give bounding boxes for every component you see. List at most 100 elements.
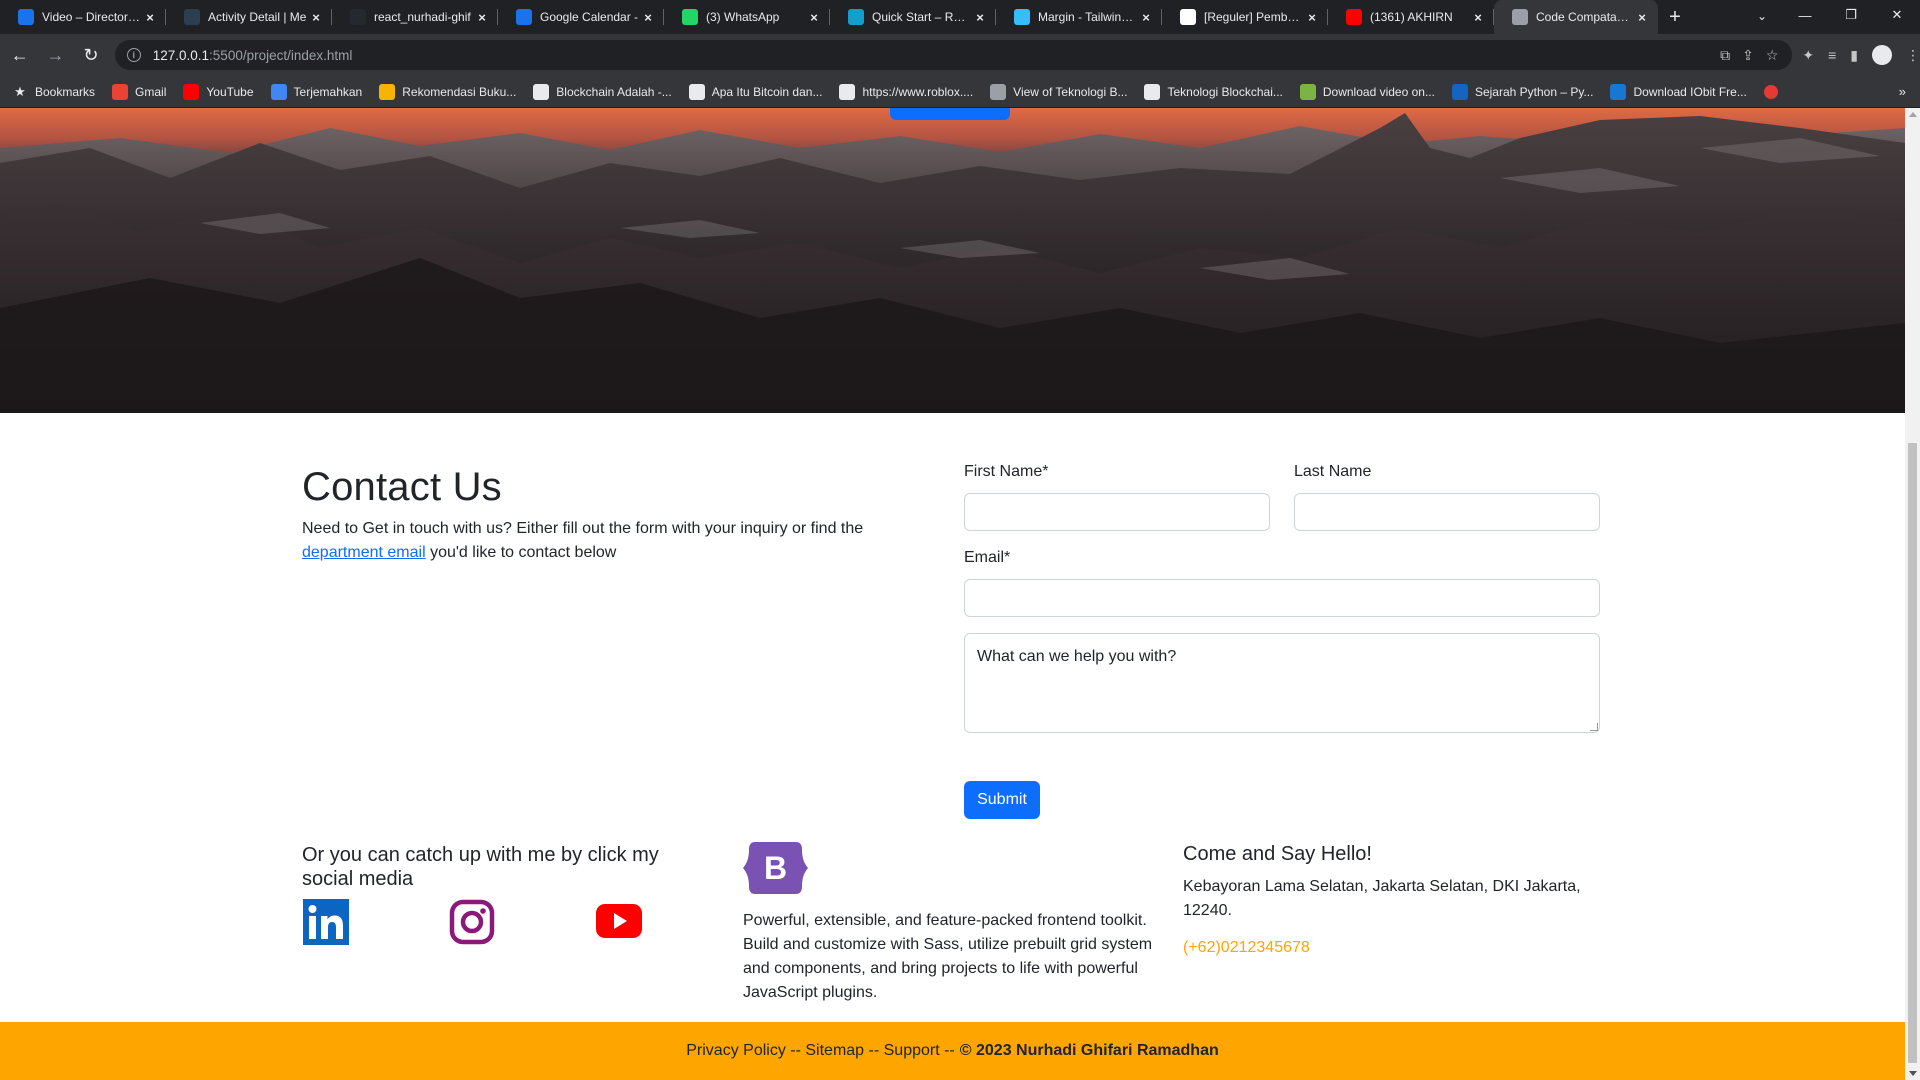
- footer: Privacy Policy -- Sitemap -- Support -- …: [0, 1022, 1905, 1080]
- extensions-icon[interactable]: ✦: [1802, 47, 1814, 64]
- python-icon: [1451, 83, 1468, 100]
- globe-icon: [839, 83, 856, 100]
- page-viewport: Contact Us Need to Get in touch with us?…: [0, 108, 1905, 1080]
- minimize-button[interactable]: —: [1782, 0, 1828, 30]
- close-tab-icon[interactable]: ×: [1138, 9, 1154, 25]
- message-textarea[interactable]: [964, 633, 1600, 733]
- dicoding-icon: [184, 9, 200, 25]
- calendar-icon: [516, 9, 532, 25]
- bookmark-item[interactable]: Download IObit Fre...: [1610, 83, 1747, 100]
- close-tab-icon[interactable]: ×: [474, 9, 490, 25]
- bookmark-item[interactable]: Rekomendasi Buku...: [379, 83, 517, 100]
- back-button[interactable]: ←: [4, 39, 36, 71]
- youtube-icon[interactable]: [596, 904, 642, 938]
- browser-tab[interactable]: Activity Detail | Me ×: [166, 0, 332, 34]
- hero-banner-image: [0, 108, 1905, 413]
- first-name-label: First Name*: [964, 463, 1049, 480]
- bootstrap-logo-letter: B: [764, 850, 787, 886]
- bookmark-extra-icon[interactable]: [1763, 84, 1778, 99]
- youtube-icon: [183, 83, 200, 100]
- browser-tab[interactable]: Google Calendar - ×: [498, 0, 664, 34]
- tab-bar: Video – Directory S × Activity Detail | Me…: [0, 0, 1920, 34]
- browser-tab[interactable]: Video – Directory S ×: [0, 0, 166, 34]
- bootstrap-logo: B: [743, 842, 808, 894]
- linkedin-icon[interactable]: [303, 899, 349, 945]
- window-controls: — ❐ ✕: [1782, 0, 1920, 30]
- github-icon: [350, 9, 366, 25]
- bookmark-label: Rekomendasi Buku...: [402, 84, 517, 99]
- reload-button[interactable]: ↻: [75, 39, 107, 71]
- whatsapp-icon: [682, 9, 698, 25]
- browser-tab[interactable]: Margin - Tailwind C ×: [996, 0, 1162, 34]
- bookmark-star-icon[interactable]: ☆: [1766, 47, 1779, 64]
- scrollbar-thumb[interactable]: [1908, 443, 1917, 1063]
- new-tab-button[interactable]: +: [1658, 0, 1692, 34]
- bookmark-item[interactable]: Terjemahkan: [270, 83, 362, 100]
- bookmark-item[interactable]: Apa Itu Bitcoin dan...: [688, 83, 823, 100]
- close-tab-icon[interactable]: ×: [1634, 9, 1650, 25]
- bookmark-item[interactable]: ★ Bookmarks: [12, 84, 95, 100]
- bookmark-item[interactable]: Sejarah Python – Py...: [1451, 83, 1593, 100]
- close-tab-icon[interactable]: ×: [806, 9, 822, 25]
- media-control-icon[interactable]: ≡: [1828, 47, 1836, 63]
- bookmark-item[interactable]: Download video on...: [1299, 83, 1435, 100]
- coin-icon: [379, 83, 396, 100]
- browser-tab[interactable]: Quick Start – React ×: [830, 0, 996, 34]
- restore-button[interactable]: ❐: [1828, 0, 1874, 30]
- tab-search-icon[interactable]: ⌄: [1748, 4, 1776, 28]
- email-label: Email*: [964, 549, 1011, 566]
- browser-tab[interactable]: react_nurhadi-ghif ×: [332, 0, 498, 34]
- instagram-icon[interactable]: [449, 899, 495, 945]
- bookmark-label: Download video on...: [1322, 84, 1435, 99]
- scroll-up-arrow[interactable]: [1909, 112, 1917, 117]
- bookmark-label: Teknologi Blockchai...: [1167, 84, 1283, 99]
- contact-text-end: you'd like to contact below: [425, 544, 617, 561]
- browser-tab[interactable]: (3) WhatsApp ×: [664, 0, 830, 34]
- more-bookmarks-icon[interactable]: »: [1899, 84, 1906, 99]
- contact-text-start: Need to Get in touch with us? Either fil…: [302, 520, 864, 537]
- last-name-input[interactable]: [1294, 493, 1600, 531]
- footer-links[interactable]: Privacy Policy -- Sitemap -- Support --: [686, 1042, 955, 1060]
- bookmark-item[interactable]: Gmail: [112, 83, 166, 100]
- close-tab-icon[interactable]: ×: [1304, 9, 1320, 25]
- department-email-link[interactable]: department email: [302, 544, 426, 561]
- gmail-icon: [112, 83, 129, 100]
- close-tab-icon[interactable]: ×: [640, 9, 656, 25]
- footer-copyright: © 2023 Nurhadi Ghifari Ramadhan: [959, 1042, 1219, 1059]
- bookmark-item[interactable]: Teknologi Blockchai...: [1144, 83, 1283, 100]
- tab-title: Activity Detail | Me: [208, 10, 307, 24]
- page-scrollbar[interactable]: [1905, 108, 1920, 1080]
- first-name-input[interactable]: [964, 493, 1270, 531]
- bookmark-item[interactable]: YouTube: [183, 83, 254, 100]
- bookmark-label: Apa Itu Bitcoin dan...: [711, 84, 823, 99]
- close-tab-icon[interactable]: ×: [142, 9, 158, 25]
- close-window-button[interactable]: ✕: [1874, 0, 1920, 30]
- bookmark-item[interactable]: Blockchain Adalah -...: [533, 83, 672, 100]
- hero-button[interactable]: [890, 108, 1010, 120]
- email-input[interactable]: [964, 579, 1600, 617]
- profile-avatar[interactable]: [1872, 45, 1892, 65]
- bookmark-label: Blockchain Adalah -...: [556, 84, 672, 99]
- address-text: Kebayoran Lama Selatan, Jakarta Selatan,…: [1183, 878, 1581, 919]
- submit-button[interactable]: Submit: [964, 781, 1040, 819]
- side-panel-icon[interactable]: ▮: [1850, 47, 1858, 64]
- browser-tab[interactable]: [Reguler] Pembelaj ×: [1162, 0, 1328, 34]
- browser-toolbar: ← → ↻ i 127.0.0.1:5500/project/index.htm…: [0, 34, 1920, 76]
- browser-tab[interactable]: Code Compatance ×: [1494, 0, 1658, 34]
- site-info-icon[interactable]: i: [126, 48, 141, 62]
- close-tab-icon[interactable]: ×: [1470, 9, 1486, 25]
- menu-icon[interactable]: ⋮: [1906, 47, 1920, 64]
- browser-tab[interactable]: (1361) AKHIRN ×: [1328, 0, 1494, 34]
- close-tab-icon[interactable]: ×: [972, 9, 988, 25]
- scroll-down-arrow[interactable]: [1909, 1071, 1917, 1076]
- share-icon[interactable]: ⇪: [1742, 47, 1754, 64]
- textarea-resize-handle[interactable]: [1590, 723, 1598, 731]
- url-host: 127.0.0.1: [152, 47, 210, 63]
- bookmark-item[interactable]: View of Teknologi B...: [990, 83, 1127, 100]
- close-tab-icon[interactable]: ×: [308, 9, 324, 25]
- open-in-app-icon[interactable]: ⧉: [1720, 47, 1730, 64]
- forward-button[interactable]: →: [40, 39, 72, 71]
- bookmark-item[interactable]: https://www.roblox....: [839, 83, 973, 100]
- phone-link[interactable]: (+62)0212345678: [1183, 939, 1310, 957]
- address-bar[interactable]: i 127.0.0.1:5500/project/index.html ⧉ ⇪ …: [114, 40, 1793, 70]
